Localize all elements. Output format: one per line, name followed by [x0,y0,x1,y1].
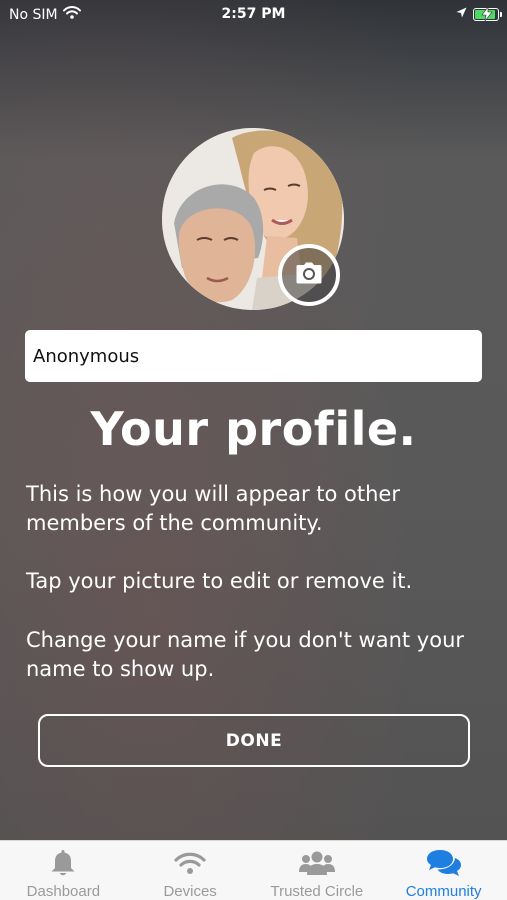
chat-bubbles-icon [426,849,462,877]
camera-icon [296,262,322,288]
edit-picture-hint: Tap your picture to edit or remove it. [26,569,413,593]
bell-icon [50,849,76,877]
status-bar: No SIM 2:57 PM [0,0,507,30]
tab-label: Community [405,883,482,900]
group-icon [298,849,336,877]
done-button[interactable]: DONE [38,714,470,767]
description-text: This is how you will appear to other mem… [26,482,400,535]
tab-label: Trusted Circle [270,883,364,900]
tab-dashboard[interactable]: Dashboard [0,841,127,900]
camera-button[interactable] [278,244,340,306]
tab-label: Dashboard [26,883,101,900]
location-arrow-icon [456,6,467,22]
tab-devices[interactable]: Devices [127,841,254,900]
tab-trusted-circle[interactable]: Trusted Circle [254,841,381,900]
clock: 2:57 PM [221,6,286,22]
tab-label: Devices [163,883,217,900]
wifi-signal-icon [174,849,206,877]
change-name-hint: Change your name if you don't want your … [26,628,465,681]
tab-bar: Dashboard Devices Trusted Circle Communi… [0,840,507,900]
tab-community[interactable]: Community [380,841,507,900]
name-input[interactable] [25,330,482,382]
battery-icon [473,6,502,21]
page-title: Your profile. [90,402,417,456]
